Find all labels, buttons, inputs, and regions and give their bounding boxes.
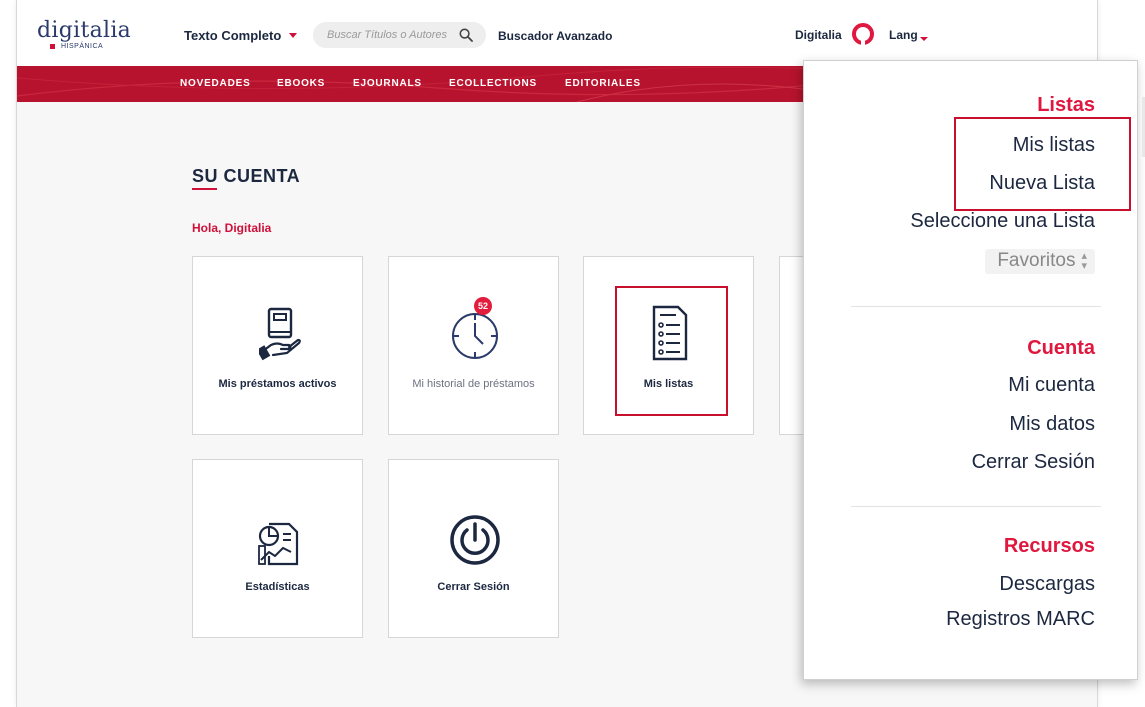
statistics-report-icon <box>258 522 299 566</box>
title-underline <box>192 188 217 190</box>
highlight-list-menu-items <box>954 117 1131 211</box>
nav-ejournals[interactable]: EJOURNALS <box>353 78 422 89</box>
user-menu-dropdown: Listas Mis listas Nueva Lista Seleccione… <box>803 60 1145 680</box>
menu-item-mis-datos[interactable]: Mis datos <box>1009 413 1095 436</box>
clock-history-icon <box>452 313 498 359</box>
menu-item-mi-cuenta[interactable]: Mi cuenta <box>1008 374 1095 397</box>
tile-label: Mis préstamos activos <box>218 378 337 390</box>
menu-header-recursos: Recursos <box>1003 535 1095 557</box>
search-type-select[interactable]: Texto Completo <box>184 28 281 43</box>
tile-label: Estadísticas <box>245 581 310 593</box>
logo-subtitle: HISPÁNICA <box>61 43 104 50</box>
select-list-label: Seleccione una Lista <box>910 210 1095 232</box>
search-box[interactable] <box>313 22 486 48</box>
tile-logout[interactable]: Cerrar Sesión <box>388 459 559 638</box>
list-select-value: Favoritos <box>997 250 1076 271</box>
search-icon[interactable] <box>459 28 473 42</box>
menu-separator <box>851 506 1101 507</box>
nav-novedades[interactable]: NOVEDADES <box>180 78 251 89</box>
search-input[interactable] <box>327 22 457 48</box>
nav-ebooks[interactable]: EBOOKS <box>277 78 325 89</box>
search-type-caret-icon[interactable] <box>289 33 297 38</box>
logo-square-icon <box>50 44 55 49</box>
digitalia-logo[interactable]: digitalia HISPÁNICA <box>37 18 132 51</box>
list-select[interactable]: Favoritos ▴ ▾ <box>985 249 1095 274</box>
tile-active-loans[interactable]: Mis préstamos activos <box>192 256 363 435</box>
page-title: SU CUENTA <box>192 166 301 186</box>
language-selector[interactable]: Lang <box>889 28 918 42</box>
menu-separator <box>851 306 1101 307</box>
book-hand-icon <box>259 307 301 361</box>
tile-label: Mi historial de préstamos <box>412 378 535 390</box>
top-header: digitalia HISPÁNICA Texto Completo Busca… <box>17 0 1097 66</box>
language-caret-icon[interactable] <box>920 37 928 41</box>
advanced-search-link[interactable]: Buscador Avanzado <box>498 29 612 43</box>
tile-loan-history[interactable]: 52 Mi historial de préstamos <box>388 256 559 435</box>
tile-statistics[interactable]: Estadísticas <box>192 459 363 638</box>
menu-item-registros-marc[interactable]: Registros MARC <box>946 608 1095 631</box>
menu-header-listas: Listas <box>1037 94 1095 116</box>
user-avatar-icon[interactable] <box>852 23 874 45</box>
logo-text: digitalia <box>37 18 132 43</box>
nav-editoriales[interactable]: EDITORIALES <box>565 78 641 89</box>
select-updown-icon: ▴ ▾ <box>1081 249 1087 272</box>
menu-item-cerrar-sesion[interactable]: Cerrar Sesión <box>972 451 1095 474</box>
power-icon <box>450 515 500 565</box>
nav-ecollections[interactable]: ECOLLECTIONS <box>449 78 537 89</box>
menu-item-descargas[interactable]: Descargas <box>999 573 1095 596</box>
highlight-mis-listas-tile <box>615 286 728 416</box>
greeting-text: Hola, Digitalia <box>192 221 272 235</box>
menu-header-cuenta: Cuenta <box>1027 337 1095 359</box>
tile-label: Cerrar Sesión <box>437 581 510 593</box>
user-name-link[interactable]: Digitalia <box>795 28 842 42</box>
history-count-badge: 52 <box>474 297 492 315</box>
